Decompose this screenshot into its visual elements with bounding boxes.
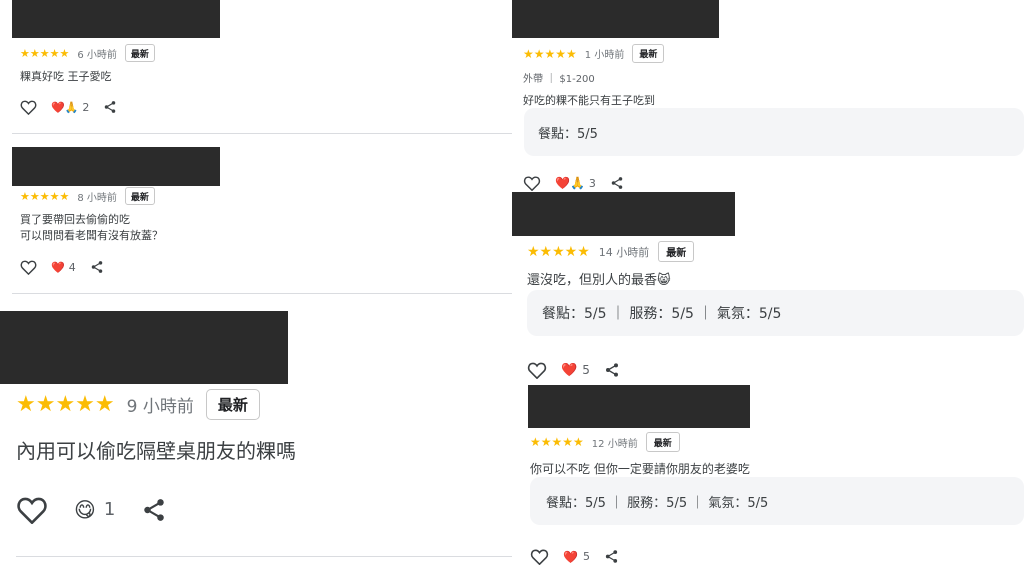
heart-outline-icon[interactable]	[530, 548, 549, 565]
order-meta: 外帶 ｜ $1-200	[523, 74, 595, 85]
review-time: 6 小時前	[77, 49, 117, 61]
rating-breakdown: 餐點：5/5 ｜ 服務：5/5 ｜ 氣氛：5/5	[527, 290, 1024, 336]
star-rating: ★★★★★	[20, 46, 70, 60]
star-rating: ★★★★★	[16, 392, 115, 417]
rating-breakdown: 餐點：5/5	[524, 108, 1024, 156]
reaction-summary[interactable]: ❤️ 5	[561, 363, 590, 378]
reaction-count: 5	[582, 550, 590, 563]
star-rating: ★★★★★	[523, 46, 577, 61]
review-time: 1 小時前	[584, 50, 625, 61]
newest-badge: 最新	[632, 44, 665, 63]
newest-badge: 最新	[205, 389, 260, 420]
rating-text: 餐點：5/5 ｜ 服務：5/5 ｜ 氣氛：5/5	[542, 306, 782, 322]
reaction-summary[interactable]: 😋 1	[74, 498, 115, 522]
reaction-count: 5	[582, 363, 590, 377]
star-rating: ★★★★★	[530, 435, 584, 449]
review-text-line-2: 可以問問看老闆有沒有放蓋？	[20, 229, 163, 242]
review-card-4: ★★★★★ 1 小時前 最新 外帶 ｜ $1-200 好吃的粿不能只有王子吃到 …	[512, 0, 1024, 195]
review-time: 8 小時前	[77, 192, 117, 204]
heart-outline-icon[interactable]	[527, 361, 547, 379]
review-text: 粿真好吃 王子愛吃	[20, 70, 112, 83]
review-card-2: ★★★★★ 8 小時前 最新 買了要帶回去偷偷的吃 可以問問看老闆有沒有放蓋？ …	[0, 140, 512, 300]
redacted-username	[0, 311, 288, 384]
reaction-emoji: ❤️	[51, 260, 65, 274]
review-card-5: ★★★★★ 14 小時前 最新 還沒吃，但別人的最香😸 餐點：5/5 ｜ 服務：…	[512, 192, 1024, 385]
newest-badge: 最新	[658, 241, 695, 262]
reaction-summary[interactable]: ❤️🙏 2	[51, 101, 89, 114]
review-text: 內用可以偷吃隔壁桌朋友的粿嗎	[16, 439, 296, 463]
reaction-emoji: ❤️🙏	[555, 176, 585, 190]
reaction-summary[interactable]: ❤️🙏 3	[555, 176, 596, 190]
review-text-line-1: 買了要帶回去偷偷的吃	[20, 213, 130, 226]
review-text: 還沒吃，但別人的最香😸	[527, 273, 671, 288]
newest-badge: 最新	[645, 432, 680, 452]
star-rating: ★★★★★	[20, 189, 70, 203]
divider	[12, 293, 512, 294]
reaction-emoji: ❤️🙏	[51, 100, 79, 114]
reaction-summary[interactable]: ❤️ 4	[51, 261, 76, 274]
reaction-count: 1	[103, 499, 116, 520]
share-icon[interactable]	[141, 497, 167, 523]
newest-badge: 最新	[124, 44, 155, 62]
review-card-6: ★★★★★ 12 小時前 最新 你可以不吃 但你一定要請你朋友的老婆吃 餐點：5…	[512, 385, 1024, 576]
reaction-emoji: ❤️	[561, 362, 578, 378]
review-text: 你可以不吃 但你一定要請你朋友的老婆吃	[530, 462, 750, 476]
review-time: 12 小時前	[591, 438, 638, 450]
share-icon[interactable]	[90, 260, 104, 274]
reaction-emoji: ❤️	[563, 549, 578, 564]
redacted-username	[12, 0, 220, 38]
review-time: 9 小時前	[126, 397, 194, 417]
redacted-username	[12, 147, 220, 186]
heart-outline-icon[interactable]	[523, 175, 541, 191]
divider	[16, 556, 512, 557]
reaction-count: 3	[588, 176, 596, 190]
reaction-summary[interactable]: ❤️ 5	[563, 550, 590, 564]
newest-badge: 最新	[124, 187, 155, 205]
reaction-count: 4	[68, 260, 76, 274]
star-rating: ★★★★★	[527, 243, 590, 260]
share-icon[interactable]	[604, 362, 620, 378]
heart-outline-icon[interactable]	[20, 259, 37, 275]
review-card-1: ★★★★★ 6 小時前 最新 粿真好吃 王子愛吃 ❤️🙏 2	[0, 0, 512, 140]
reaction-count: 2	[82, 100, 90, 114]
divider	[12, 133, 512, 134]
review-card-3: ★★★★★ 9 小時前 最新 內用可以偷吃隔壁桌朋友的粿嗎 😋 1	[0, 300, 512, 576]
share-icon[interactable]	[103, 100, 117, 114]
redacted-username	[512, 0, 719, 38]
redacted-username	[512, 192, 735, 236]
rating-breakdown: 餐點：5/5 ｜ 服務：5/5 ｜ 氣氛：5/5	[530, 477, 1024, 525]
reaction-emoji: 😋	[74, 497, 96, 522]
share-icon[interactable]	[604, 549, 619, 564]
redacted-username	[528, 385, 750, 428]
heart-outline-icon[interactable]	[16, 495, 48, 524]
review-text: 好吃的粿不能只有王子吃到	[523, 94, 655, 107]
rating-text: 餐點：5/5 ｜ 服務：5/5 ｜ 氣氛：5/5	[546, 495, 769, 511]
review-time: 14 小時前	[598, 245, 650, 259]
heart-outline-icon[interactable]	[20, 99, 37, 115]
rating-text: 餐點：5/5	[538, 126, 598, 142]
share-icon[interactable]	[610, 176, 624, 190]
